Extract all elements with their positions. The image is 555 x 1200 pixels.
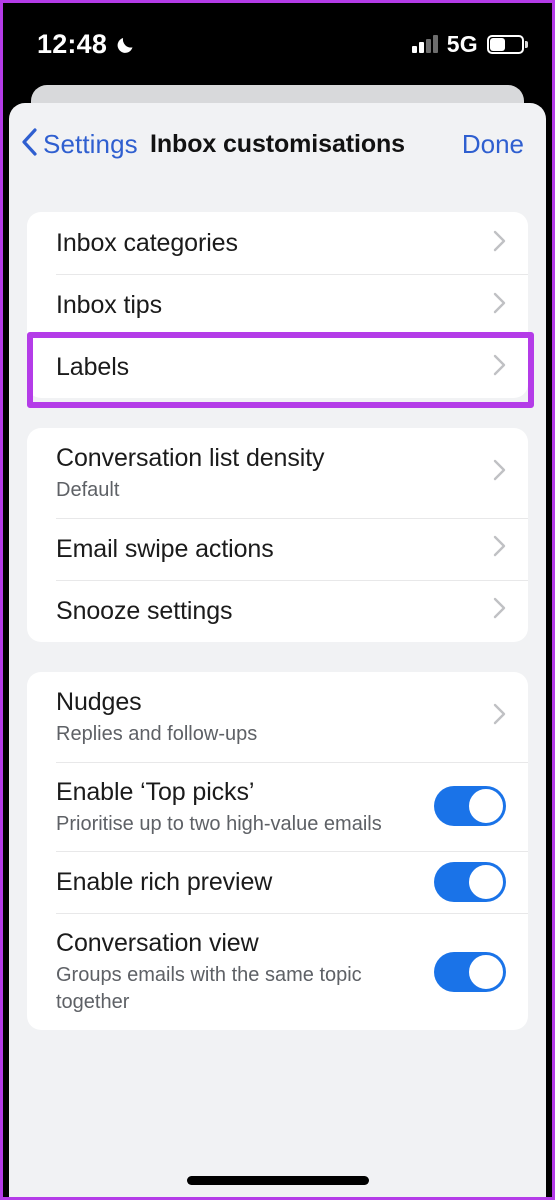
back-button-label: Settings [43, 128, 138, 159]
toggle-knob [468, 788, 504, 825]
row-title: Enable rich preview [56, 868, 273, 897]
row-title: Nudges [56, 687, 142, 716]
row-enable-top-picks[interactable]: Enable ‘Top picks’ Prioritise up to two … [27, 761, 528, 852]
chevron-right-icon [493, 292, 506, 319]
row-inbox-categories[interactable]: Inbox categories [27, 212, 528, 274]
row-title: Labels [56, 353, 130, 381]
row-snooze-settings[interactable]: Snooze settings [27, 579, 528, 642]
toggle-enable-rich-preview[interactable] [434, 862, 506, 903]
row-labels[interactable]: Labels [27, 336, 528, 398]
crescent-moon-icon [116, 34, 137, 55]
back-button-settings[interactable]: Settings [21, 127, 138, 161]
row-nudges[interactable]: Nudges Replies and follow-ups [27, 672, 528, 762]
row-text-block: Enable ‘Top picks’ Prioritise up to two … [56, 762, 422, 852]
chevron-right-icon [493, 703, 506, 730]
row-subtitle: Groups emails with the same topic togeth… [56, 964, 362, 1014]
row-subtitle: Default [56, 479, 120, 501]
row-email-swipe-actions[interactable]: Email swipe actions [27, 517, 528, 580]
chevron-right-icon [493, 459, 506, 486]
row-text-block: Conversation view Groups emails with the… [56, 913, 422, 1030]
chevron-right-icon [493, 535, 506, 562]
row-subtitle: Prioritise up to two high-value emails [56, 812, 382, 835]
row-conversation-list-density[interactable]: Conversation list density Default [27, 428, 528, 518]
row-text-block: Email swipe actions [56, 519, 483, 579]
settings-list: Inbox categories Inbox tips Labels Conve… [9, 212, 546, 1030]
row-enable-rich-preview[interactable]: Enable rich preview [27, 851, 528, 913]
status-time: 12:48 [37, 28, 108, 59]
row-title: Conversation list density [56, 444, 325, 472]
row-title: Conversation view [56, 929, 259, 958]
chevron-right-icon [493, 230, 506, 257]
toggle-knob [468, 864, 504, 901]
row-title: Email swipe actions [56, 534, 274, 563]
row-title: Inbox tips [56, 291, 163, 319]
chevron-right-icon [493, 597, 506, 624]
row-text-block: Conversation list density Default [56, 428, 483, 518]
row-text-block: Inbox tips [56, 275, 483, 335]
status-right-cluster: 5G [412, 30, 528, 58]
row-text-block: Nudges Replies and follow-ups [56, 672, 483, 762]
status-bar: 12:48 5G [3, 3, 552, 85]
battery-icon [487, 34, 528, 54]
row-text-block: Enable rich preview [56, 852, 422, 912]
home-indicator [186, 1176, 369, 1185]
network-type-label: 5G [446, 30, 478, 57]
row-subtitle: Replies and follow-ups [56, 722, 258, 745]
toggle-knob [468, 953, 504, 990]
settings-group-display: Conversation list density Default Email … [27, 428, 528, 642]
row-title: Snooze settings [56, 596, 233, 625]
row-text-block: Snooze settings [56, 581, 483, 641]
navigation-bar: Settings Inbox customisations Done [9, 103, 546, 185]
row-title: Inbox categories [56, 229, 238, 257]
done-button[interactable]: Done [462, 129, 524, 160]
chevron-right-icon [493, 354, 506, 381]
phone-screenshot: 12:48 5G Settings Inbox customisations D… [0, 0, 555, 1200]
toggle-enable-top-picks[interactable] [434, 786, 506, 827]
chevron-left-icon [21, 127, 38, 161]
row-text-block: Labels [56, 337, 483, 397]
row-text-block: Inbox categories [56, 213, 483, 273]
settings-group-intelligence: Nudges Replies and follow-ups Enable ‘To… [27, 671, 528, 1030]
row-conversation-view[interactable]: Conversation view Groups emails with the… [27, 913, 528, 1030]
settings-sheet: Settings Inbox customisations Done Inbox… [9, 103, 546, 1197]
toggle-conversation-view[interactable] [434, 951, 506, 992]
settings-group-inbox: Inbox categories Inbox tips Labels [27, 212, 528, 398]
row-title: Enable ‘Top picks’ [56, 777, 255, 806]
cellular-signal-icon [412, 35, 438, 53]
row-inbox-tips[interactable]: Inbox tips [27, 274, 528, 336]
